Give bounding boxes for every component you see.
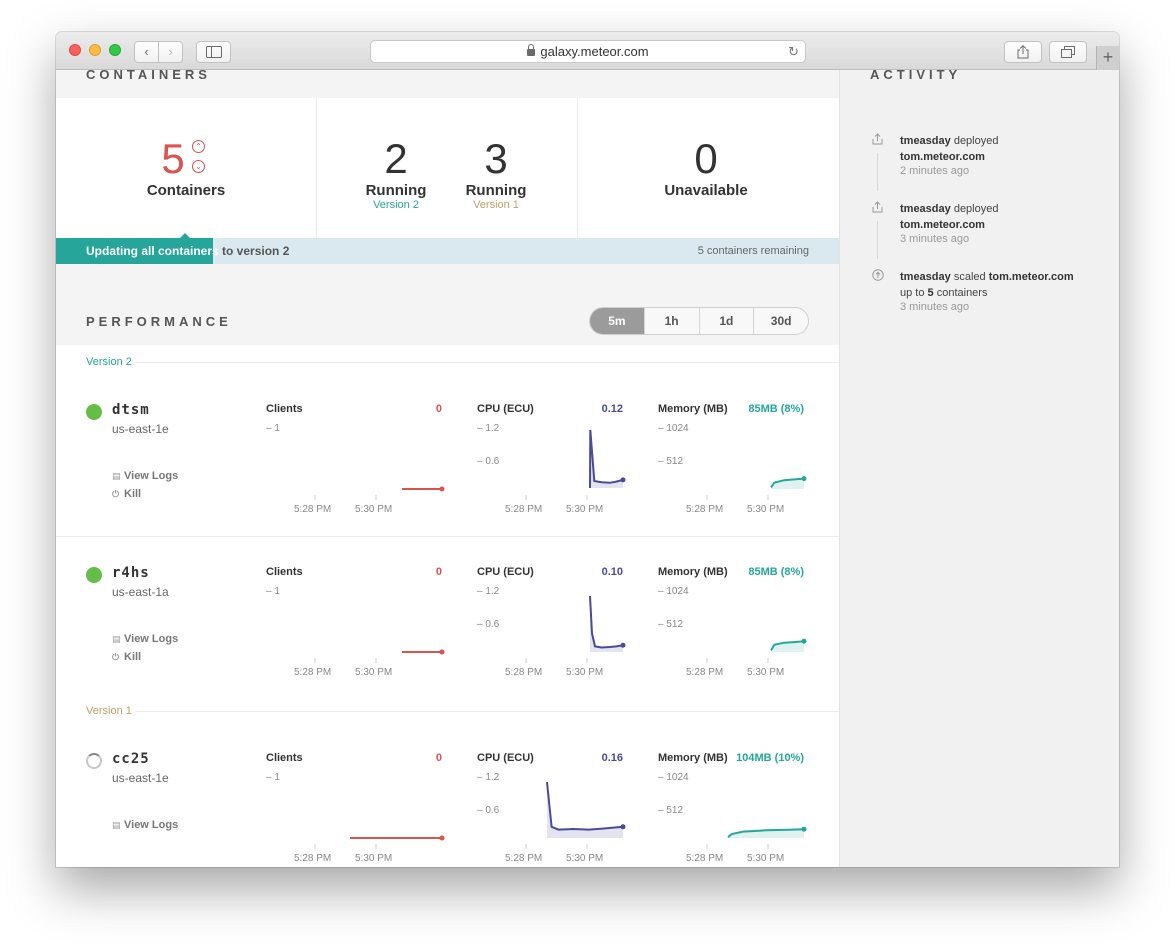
unavailable-count: 0 <box>694 135 718 182</box>
share-icon <box>1017 45 1029 59</box>
running-v2-count: 2 <box>384 135 408 182</box>
lock-icon <box>527 44 536 56</box>
activity-time: 2 minutes ago <box>900 165 970 177</box>
container-row: r4hs us-east-1a ▤ View Logs ⏻ Kill Clients 0– 1… <box>56 536 839 700</box>
maximize-window-button[interactable] <box>109 44 121 56</box>
show-tabs-button[interactable] <box>1049 41 1087 63</box>
activity-section-title: ACTIVITY <box>870 67 962 82</box>
container-row: cc25 us-east-1e ▤ View Logs Clients 0– 1 5:28 … <box>56 722 839 867</box>
time-range-selector: 5m 1h 1d 30d <box>589 307 809 335</box>
forward-button[interactable]: › <box>158 41 183 63</box>
containers-summary: 5 ⌃ ⌄ Containers 2 Running Version 2 3 R… <box>56 98 839 238</box>
back-button[interactable]: ‹ <box>134 41 159 63</box>
address-bar[interactable]: galaxy.meteor.com ↻ <box>370 40 806 63</box>
sparkline <box>727 826 807 838</box>
scale-icon <box>872 269 884 281</box>
share-button[interactable] <box>1004 41 1042 63</box>
running-v1-count: 3 <box>484 135 508 182</box>
sparkline-endpoint <box>801 826 807 832</box>
total-containers-label: Containers <box>146 182 226 199</box>
activity-text: tmeasday deployed tom.meteor.com <box>900 203 999 231</box>
range-button-1d[interactable]: 1d <box>698 308 754 334</box>
containers-remaining: 5 containers remaining <box>697 245 809 257</box>
reload-icon[interactable]: ↻ <box>788 41 799 62</box>
sparkline-endpoint <box>801 638 807 644</box>
sparkline <box>770 476 807 489</box>
range-button-1h[interactable]: 1h <box>643 308 699 334</box>
version1-group-label: Version 1 <box>86 705 132 717</box>
activity-text: tmeasday deployed tom.meteor.com <box>900 135 999 163</box>
running-v2-version: Version 2 <box>373 199 419 211</box>
tabs-icon <box>1061 46 1075 58</box>
running-v2-label: Running <box>365 182 427 199</box>
scale-down-button[interactable]: ⌄ <box>192 160 205 173</box>
version2-group-label: Version 2 <box>86 356 132 368</box>
new-tab-button[interactable]: + <box>1096 46 1119 70</box>
update-status-text: Updating all containers to version 2 <box>86 238 289 264</box>
container-row: dtsm us-east-1e ▤ View Logs ⏻ Kill Clients 0– 1… <box>56 373 839 537</box>
page-content: CONTAINERS 5 ⌃ ⌄ Containers 2 Running Ve… <box>56 67 1119 867</box>
close-window-button[interactable] <box>69 44 81 56</box>
performance-section-title: PERFORMANCE <box>86 314 232 329</box>
title-bar: ‹ › galaxy.meteor.com ↻ + <box>56 32 1119 70</box>
activity-panel: ACTIVITY tmeasday deployed tom.meteor.com… <box>839 67 1119 867</box>
sparkline-endpoint <box>801 476 807 482</box>
sidebar-toggle-button[interactable] <box>196 41 231 63</box>
url-text: galaxy.meteor.com <box>540 44 649 59</box>
sidebar-icon <box>205 46 222 58</box>
update-progress-bar: Updating all containers to version 2 5 c… <box>56 233 839 264</box>
range-button-5m[interactable]: 5m <box>590 308 644 334</box>
activity-time: 3 minutes ago <box>900 233 970 245</box>
activity-text: tmeasday scaled tom.meteor.com up to 5 co… <box>900 271 1074 299</box>
sparkline <box>770 638 807 652</box>
deploy-icon <box>872 133 884 145</box>
update-status-highlight: Updating all containers <box>86 244 219 258</box>
performance-area: Version 2 Version 1 dtsm us-east-1e ▤ View … <box>56 345 839 867</box>
unavailable-label: Unavailable <box>664 182 748 199</box>
running-v1-version: Version 1 <box>473 199 519 211</box>
scale-up-button[interactable]: ⌃ <box>192 140 205 153</box>
minimize-window-button[interactable] <box>89 44 101 56</box>
range-button-30d[interactable]: 30d <box>753 308 808 334</box>
deploy-icon <box>872 201 884 213</box>
main-panel: CONTAINERS 5 ⌃ ⌄ Containers 2 Running Ve… <box>56 70 839 867</box>
activity-time: 3 minutes ago <box>900 301 970 313</box>
update-status-rest: to version 2 <box>218 244 290 258</box>
browser-window: ‹ › galaxy.meteor.com ↻ + CONTAINERS 5 ⌃… <box>56 32 1119 867</box>
containers-section-title: CONTAINERS <box>86 70 211 82</box>
total-containers-count: 5 <box>161 135 185 182</box>
running-v1-label: Running <box>465 182 527 199</box>
